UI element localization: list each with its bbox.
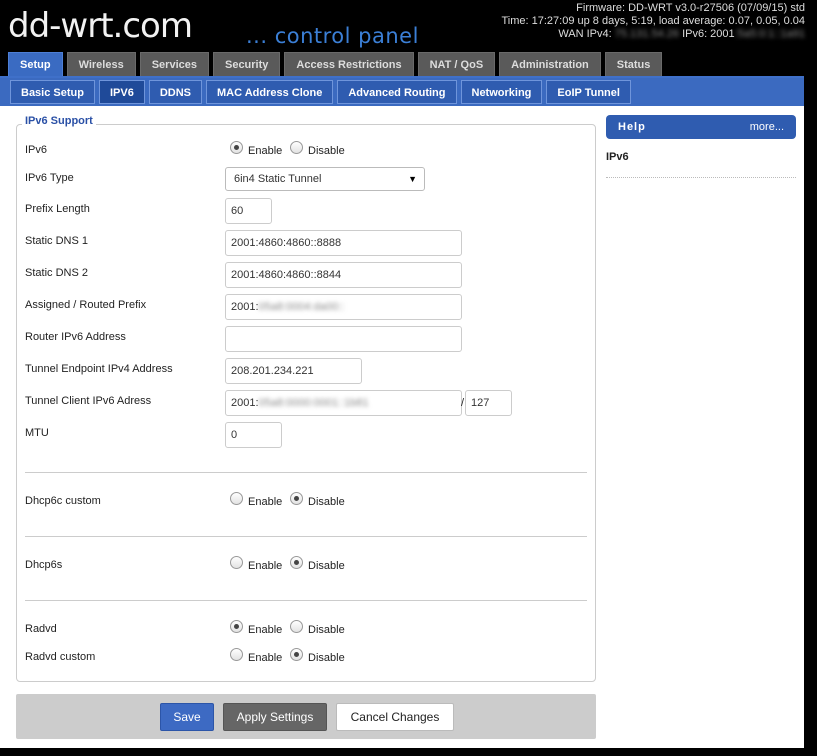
prefix-length-label: Prefix Length — [25, 203, 90, 215]
radvd-custom-enable-radio[interactable] — [230, 648, 243, 661]
ipv6-disable-label: Disable — [308, 145, 345, 157]
dhcp6c-custom-enable-label: Enable — [248, 496, 283, 508]
subtab-advanced-routing[interactable]: Advanced Routing — [337, 80, 457, 104]
tunnel-client-value-hidden: 05a8:0000:0001::1b81 — [258, 397, 369, 409]
router-ipv6-label: Router IPv6 Address — [25, 331, 126, 343]
divider — [25, 536, 587, 537]
button-bar: Save Apply Settings Cancel Changes — [16, 694, 596, 739]
dhcp6c-custom-disable-radio[interactable] — [290, 492, 303, 505]
subtab-ddns[interactable]: DDNS — [148, 80, 202, 104]
assigned-prefix-value-start: 2001: — [231, 301, 259, 313]
radvd-disable-label: Disable — [308, 624, 345, 636]
dhcp6c-custom-label: Dhcp6c custom — [25, 495, 101, 507]
ipv6-type-value: 6in4 Static Tunnel — [234, 173, 322, 185]
dhcp6s-label: Dhcp6s — [25, 559, 63, 571]
sub-tabs: Basic Setup IPV6 DDNS MAC Address Clone … — [10, 80, 635, 104]
wan-ipv4-value: 75.131.54.26 — [614, 28, 679, 40]
tunnel-endpoint-input[interactable]: 208.201.234.221 — [225, 358, 362, 384]
firmware-info: Firmware: DD-WRT v3.0-r27506 (07/09/15) … — [576, 2, 805, 14]
tab-administration[interactable]: Administration — [499, 52, 601, 76]
dhcp6s-disable-label: Disable — [308, 560, 345, 572]
router-ipv6-input[interactable] — [225, 326, 462, 352]
help-header: Help more... — [606, 115, 796, 139]
cancel-changes-button[interactable]: Cancel Changes — [336, 703, 454, 731]
ipv6-enable-radio[interactable] — [230, 141, 243, 154]
main-content: IPv6 Support IPv6 Enable Disable IPv6 Ty… — [0, 106, 804, 748]
ipv6-enable-label: Enable — [248, 145, 283, 157]
wan-ipv6-value: :5a5:0:1::1a91 — [734, 28, 805, 40]
tunnel-client-label: Tunnel Client IPv6 Adress — [25, 395, 152, 407]
dhcp6s-disable-radio[interactable] — [290, 556, 303, 569]
dhcp6s-enable-radio[interactable] — [230, 556, 243, 569]
subtab-networking[interactable]: Networking — [460, 80, 543, 104]
tab-services[interactable]: Services — [139, 52, 209, 76]
ddwrt-logo: dd-wrt.com — [8, 6, 193, 46]
radvd-custom-disable-label: Disable — [308, 652, 345, 664]
control-panel-tagline: ... control panel — [246, 24, 419, 48]
wan-ipv4-label: WAN IPv4: — [558, 28, 612, 40]
tunnel-endpoint-label: Tunnel Endpoint IPv4 Address — [25, 363, 173, 375]
radvd-enable-label: Enable — [248, 624, 283, 636]
tunnel-client-slash: / — [461, 397, 465, 409]
tab-security[interactable]: Security — [212, 52, 281, 76]
divider — [25, 472, 587, 473]
mtu-label: MTU — [25, 427, 49, 439]
static-dns1-label: Static DNS 1 — [25, 235, 88, 247]
static-dns2-label: Static DNS 2 — [25, 267, 88, 279]
mtu-input[interactable]: 0 — [225, 422, 282, 448]
radvd-custom-label: Radvd custom — [25, 651, 96, 663]
dhcp6s-enable-label: Enable — [248, 560, 283, 572]
assigned-prefix-value-hidden: 05a8:0004:da00:: — [258, 301, 345, 313]
tab-wireless[interactable]: Wireless — [66, 52, 136, 76]
subtab-eoip-tunnel[interactable]: EoIP Tunnel — [546, 80, 631, 104]
help-item-ipv6[interactable]: IPv6 — [606, 151, 629, 163]
radvd-disable-radio[interactable] — [290, 620, 303, 633]
apply-settings-button[interactable]: Apply Settings — [223, 703, 327, 731]
assigned-prefix-input[interactable]: 2001:05a8:0004:da00:: — [225, 294, 462, 320]
system-info: Firmware: DD-WRT v3.0-r27506 (07/09/15) … — [501, 2, 805, 41]
main-tabs: Setup Wireless Services Security Access … — [8, 52, 666, 78]
prefix-length-input[interactable]: 60 — [225, 198, 272, 224]
tab-nat-qos[interactable]: NAT / QoS — [417, 52, 496, 76]
radvd-custom-disable-radio[interactable] — [290, 648, 303, 661]
tunnel-client-input[interactable]: 2001:05a8:0000:0001::1b81 — [225, 390, 462, 416]
subtab-basic-setup[interactable]: Basic Setup — [10, 80, 95, 104]
ipv6-type-select[interactable]: 6in4 Static Tunnel ▼ — [225, 167, 425, 191]
dhcp6c-custom-disable-label: Disable — [308, 496, 345, 508]
dhcp6c-custom-enable-radio[interactable] — [230, 492, 243, 505]
radvd-enable-radio[interactable] — [230, 620, 243, 633]
radvd-label: Radvd — [25, 623, 57, 635]
ipv6-type-label: IPv6 Type — [25, 172, 74, 184]
tunnel-client-value-start: 2001: — [231, 397, 259, 409]
static-dns2-input[interactable]: 2001:4860:4860::8844 — [225, 262, 462, 288]
static-dns1-input[interactable]: 2001:4860:4860::8888 — [225, 230, 462, 256]
tab-status[interactable]: Status — [604, 52, 663, 76]
ipv6-label: IPv6 — [25, 144, 48, 156]
help-title: Help — [618, 121, 646, 133]
subtab-mac-address-clone[interactable]: MAC Address Clone — [206, 80, 334, 104]
uptime-info: Time: 17:27:09 up 8 days, 5:19, load ave… — [501, 15, 805, 27]
tunnel-client-mask-input[interactable]: 127 — [465, 390, 512, 416]
save-button[interactable]: Save — [160, 703, 214, 731]
help-divider — [606, 177, 796, 178]
ipv6-disable-radio[interactable] — [290, 141, 303, 154]
tab-access-restrictions[interactable]: Access Restrictions — [284, 52, 414, 76]
wan-info: WAN IPv4: 75.131.54.26 IPv6: 2001:5a5:0:… — [501, 28, 805, 41]
tab-setup[interactable]: Setup — [8, 52, 63, 78]
radvd-custom-enable-label: Enable — [248, 652, 283, 664]
divider — [25, 600, 587, 601]
chevron-down-icon: ▼ — [408, 174, 417, 184]
assigned-prefix-label: Assigned / Routed Prefix — [25, 299, 147, 311]
ipv6-support-legend: IPv6 Support — [22, 115, 96, 127]
wan-ipv6-label: IPv6: 2001 — [682, 28, 735, 40]
subtab-ipv6[interactable]: IPV6 — [98, 80, 145, 104]
help-more-link[interactable]: more... — [750, 115, 784, 139]
